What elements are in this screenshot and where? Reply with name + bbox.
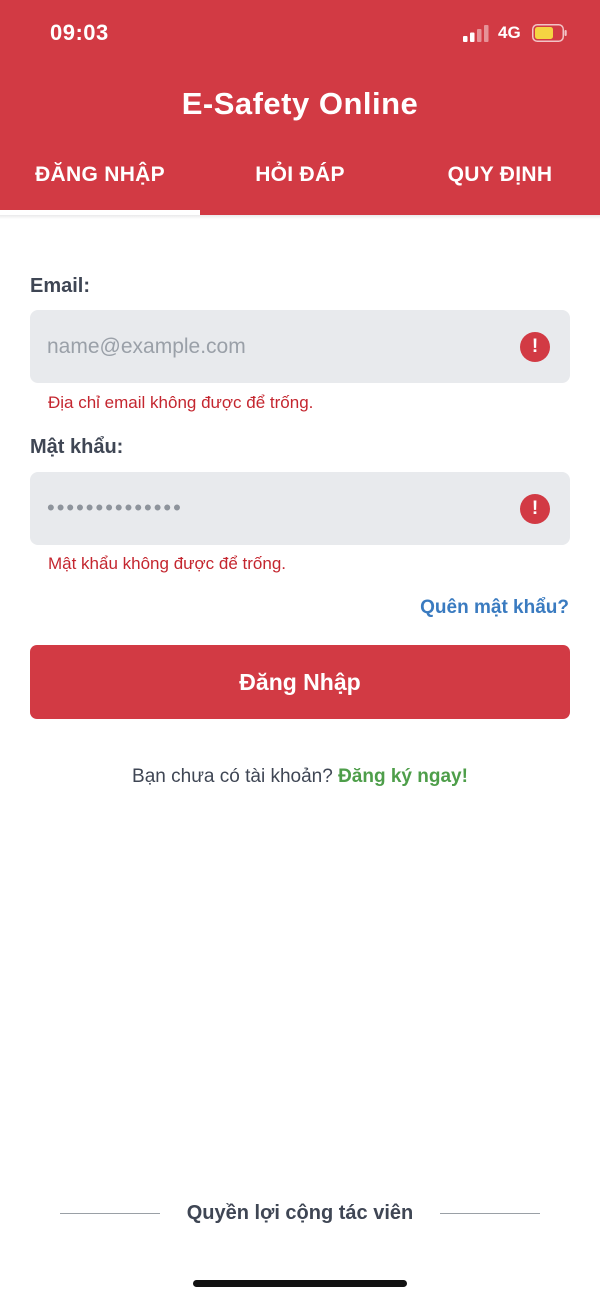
- email-label: Email:: [30, 275, 91, 297]
- signup-link[interactable]: Đăng ký ngay!: [338, 766, 468, 787]
- home-indicator[interactable]: [193, 1280, 407, 1287]
- header-shadow: [0, 215, 600, 219]
- password-error-message: Mật khẩu không được để trống.: [48, 554, 286, 573]
- collaborator-benefits-link[interactable]: Quyền lợi cộng tác viên: [160, 1202, 440, 1225]
- status-bar: 09:03 4G: [0, 0, 600, 66]
- error-exclamation-icon: !: [520, 332, 550, 362]
- email-field[interactable]: !: [30, 310, 570, 383]
- tab-faq[interactable]: HỎI ĐÁP: [200, 163, 400, 187]
- footer-divider-left: [60, 1213, 160, 1214]
- email-error-message: Địa chỉ email không được để trống.: [48, 393, 314, 412]
- email-input[interactable]: [47, 310, 507, 383]
- footer-divider-right: [440, 1213, 540, 1214]
- password-field[interactable]: !: [30, 472, 570, 545]
- status-time: 09:03: [50, 20, 109, 45]
- tab-regulations[interactable]: QUY ĐỊNH: [400, 163, 600, 187]
- tab-login[interactable]: ĐĂNG NHẬP: [0, 163, 200, 187]
- error-exclamation-icon: !: [520, 494, 550, 524]
- login-button[interactable]: Đăng Nhập: [30, 645, 570, 719]
- cellular-signal-icon: [463, 25, 489, 42]
- network-type: 4G: [498, 23, 521, 42]
- signup-prompt-text: Bạn chưa có tài khoản?: [132, 766, 333, 787]
- signup-prompt-row: Bạn chưa có tài khoản? Đăng ký ngay!: [0, 766, 600, 788]
- battery-icon: [532, 24, 567, 42]
- app-title: E-Safety Online: [181, 86, 419, 121]
- password-label: Mật khẩu:: [30, 436, 124, 458]
- forgot-password-link[interactable]: Quên mật khẩu?: [420, 597, 569, 619]
- app-header: 09:03 4G E-Safety Online ĐĂNG NHẬP HỎI Đ…: [0, 0, 600, 215]
- password-input[interactable]: [47, 472, 507, 545]
